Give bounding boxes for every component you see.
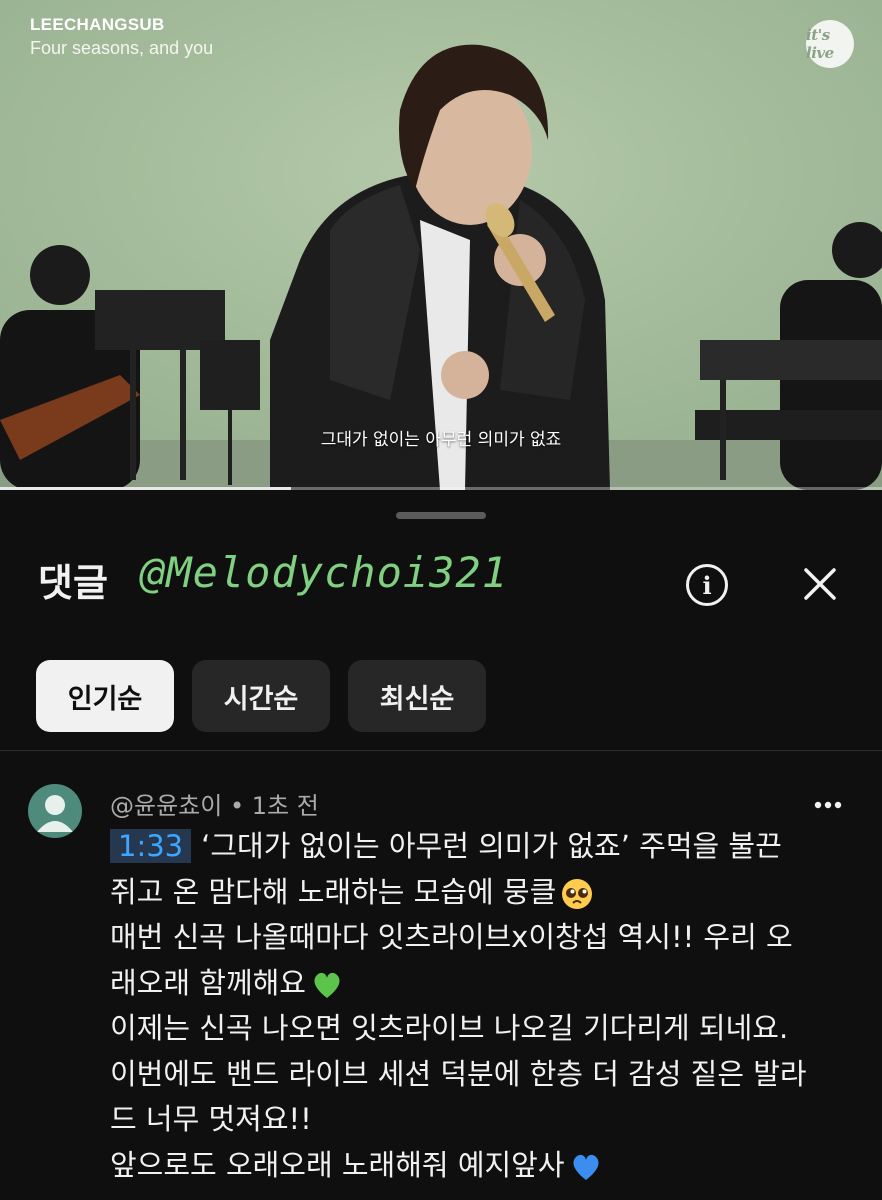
default-avatar-icon	[37, 795, 73, 832]
comment-line-text: 앞으로도 오래오래 노래해줘 예지앞사	[110, 1147, 565, 1182]
comment-line-text: 매번 신곡 나올때마다 잇츠라이브x이창섭 역시!! 우리 오	[110, 920, 793, 954]
comment-line: 앞으로도 오래오래 노래해줘 예지앞사	[110, 1143, 830, 1189]
pleading-face-emoji	[562, 878, 593, 909]
artist-name: LEECHANGSUB	[30, 15, 165, 34]
green-heart-emoji	[314, 972, 340, 998]
comment-line: 1:33 ‘그대가 없이는 아무런 의미가 없죠’ 주먹을 불끈	[110, 824, 830, 870]
comment-line: 쥐고 온 맘다해 노래하는 모습에 뭉클	[110, 870, 830, 916]
comment-line: 이제는 신곡 나오면 잇츠라이브 나오길 기다리게 되네요.	[110, 1006, 830, 1052]
comment-line: 매번 신곡 나올때마다 잇츠라이브x이창섭 역시!! 우리 오	[110, 915, 830, 961]
comments-sheet: 댓글 @Melodychoi321 i 인기순 시간순 최신순 @윤윤쵸이 • …	[0, 490, 882, 1200]
channel-logo: it's live	[806, 20, 854, 68]
logo-text: it's live	[806, 26, 834, 62]
handle-overlay-text: @Melodychoi321	[140, 548, 509, 597]
comment-author[interactable]: @윤윤쵸이	[110, 792, 222, 820]
comment-line-text: 이번에도 밴드 라이브 세션 덕분에 한층 더 감성 짙은 발라	[110, 1056, 807, 1091]
blue-heart-emoji	[573, 1154, 599, 1180]
info-icon[interactable]: i	[686, 564, 728, 606]
comments-title: 댓글	[38, 561, 108, 605]
meta-separator: •	[229, 792, 245, 820]
comment-line-text: 드 너무 멋져요!!	[110, 1102, 312, 1136]
more-vertical-icon[interactable]	[812, 795, 844, 815]
divider	[0, 750, 882, 751]
video-frame	[0, 0, 882, 490]
comment-line: 이번에도 밴드 라이브 세션 덕분에 한층 더 감성 짙은 발라	[110, 1052, 830, 1098]
comment-line-text: 이제는 신곡 나오면 잇츠라이브 나오길 기다리게 되네요.	[110, 1011, 789, 1045]
video-player[interactable]: LEECHANGSUB Four seasons, and you it's l…	[0, 0, 882, 490]
sort-chips: 인기순 시간순 최신순	[36, 660, 486, 732]
chip-newest[interactable]: 최신순	[348, 660, 486, 732]
comment-meta: @윤윤쵸이 • 1초 전	[110, 786, 319, 821]
comment-text: 1:33 ‘그대가 없이는 아무런 의미가 없죠’ 주먹을 불끈 쥐고 온 맘다해…	[110, 824, 830, 1188]
song-title: Four seasons, and you	[30, 38, 214, 58]
chip-top[interactable]: 인기순	[36, 660, 174, 732]
comment-line-text: 쥐고 온 맘다해 노래하는 모습에 뭉클	[110, 874, 557, 909]
chip-time[interactable]: 시간순	[192, 660, 330, 732]
comment-line-text: 래오래 함께해요	[110, 965, 306, 1000]
video-subtitle: 그대가 없이는 아무런 의미가 없죠	[320, 430, 562, 450]
drag-handle[interactable]	[396, 512, 486, 519]
avatar[interactable]	[28, 784, 82, 838]
comment-time: 1초 전	[251, 792, 319, 820]
comment-line: 래오래 함께해요	[110, 961, 830, 1007]
comment-line-text: ‘그대가 없이는 아무런 의미가 없죠’ 주먹을 불끈	[201, 829, 782, 863]
timestamp-link[interactable]: 1:33	[110, 829, 192, 863]
comment-line: 드 너무 멋져요!!	[110, 1097, 830, 1143]
close-icon[interactable]	[798, 562, 842, 606]
